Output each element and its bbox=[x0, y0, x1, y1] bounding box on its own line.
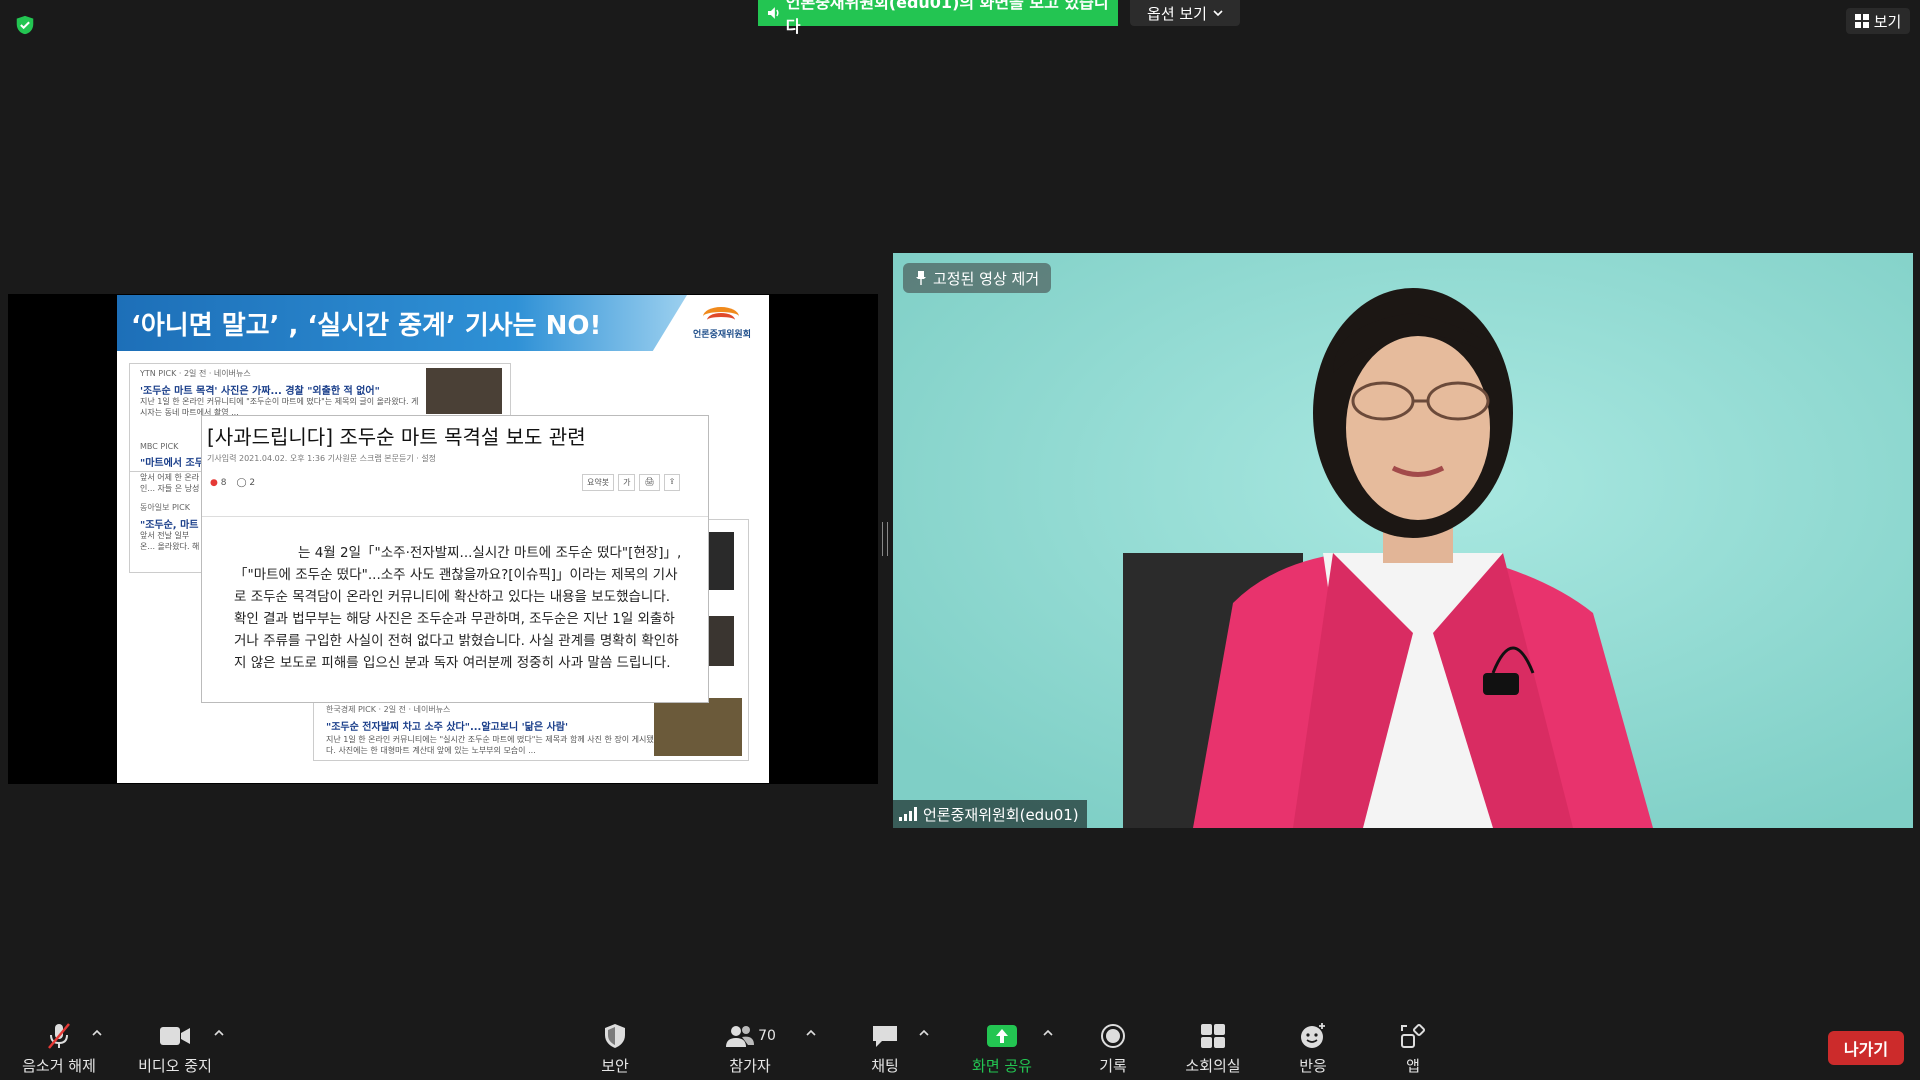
participants-icon bbox=[726, 1026, 755, 1047]
unpin-label: 고정된 영상 제거 bbox=[933, 269, 1040, 288]
apps-button[interactable]: 앱 bbox=[1373, 1020, 1453, 1076]
apps-icon bbox=[1397, 1021, 1429, 1051]
summary-bot-button: 요약봇 bbox=[582, 474, 615, 491]
chat-button[interactable]: 채팅 bbox=[845, 1020, 925, 1076]
news-text: 지난 1일 한 온라인 커뮤니티에는 "실시간 조두순 마트에 떴다"는 제목과… bbox=[326, 735, 654, 755]
record-button[interactable]: 기록 bbox=[1073, 1020, 1153, 1076]
signal-strength-icon bbox=[899, 807, 917, 821]
article-tools: 요약봇 가 🖨 ⇪ bbox=[582, 474, 681, 491]
reaction-count: ● 8 bbox=[210, 478, 227, 488]
print-icon: 🖨 bbox=[639, 474, 660, 491]
video-options-chevron-icon[interactable] bbox=[211, 1025, 227, 1041]
share-screen-button[interactable]: 화면 공유 bbox=[957, 1020, 1047, 1076]
news-headline: "조두순 전자발찌 차고 소주 샀다"...알고보니 '닮은 사람' bbox=[326, 722, 569, 733]
share-screen-icon bbox=[987, 1025, 1017, 1047]
article-body: 는 4월 2일「"소주·전자발찌...실시간 마트에 조두순 떴다"[현장]」,… bbox=[234, 545, 682, 671]
screen-share-banner: 언론중재위원회(edu01)의 화면을 보고 있습니다 bbox=[758, 0, 1118, 36]
participants-options-chevron-icon[interactable] bbox=[803, 1025, 819, 1041]
breakout-rooms-icon bbox=[1197, 1021, 1229, 1051]
article-title: [사과드립니다] 조두순 마트 목격설 보도 관련 bbox=[207, 425, 586, 449]
emoji-reaction-icon bbox=[1297, 1021, 1329, 1051]
view-options-label: 옵션 보기 bbox=[1147, 4, 1207, 23]
slide-header: ‘아니면 말고’ , ‘실시간 중계’ 기사는 NO! bbox=[117, 295, 687, 351]
security-shield-icon bbox=[16, 15, 34, 35]
article-stats: ● 8 ◯ 2 bbox=[210, 478, 255, 488]
chat-bubble-icon bbox=[869, 1021, 901, 1051]
breakout-rooms-label: 소회의실 bbox=[1185, 1057, 1241, 1075]
share-icon: ⇪ bbox=[663, 474, 681, 491]
unmute-label: 음소거 해제 bbox=[22, 1057, 96, 1075]
video-camera-icon bbox=[159, 1021, 191, 1051]
news-headline: '조두순 마트 목격' 사진은 가짜... 경찰 "외출한 적 없어" bbox=[140, 386, 380, 397]
grid-icon bbox=[1854, 14, 1869, 28]
chat-options-chevron-icon[interactable] bbox=[916, 1025, 932, 1041]
news-text: 앞서 어제 한 온라인... 자들 은 낭성과 부... bbox=[140, 473, 200, 493]
view-button[interactable]: 보기 bbox=[1846, 8, 1910, 34]
divider bbox=[202, 516, 708, 517]
resize-handle[interactable] bbox=[882, 522, 888, 556]
logo-text: 언론중재위원회 bbox=[693, 330, 751, 340]
news-source: MBC PICK bbox=[140, 442, 179, 451]
participant-video-feed bbox=[893, 253, 1913, 828]
muted-mic-icon bbox=[43, 1021, 75, 1051]
stop-video-label: 비디오 중지 bbox=[138, 1057, 212, 1075]
news-source: YTN PICK · 2일 전 · 네이버뉴스 bbox=[140, 369, 251, 378]
breakout-rooms-button[interactable]: 소회의실 bbox=[1173, 1020, 1253, 1076]
security-shield-icon bbox=[599, 1021, 631, 1051]
share-screen-label: 화면 공유 bbox=[972, 1057, 1032, 1075]
chevron-down-icon bbox=[1213, 10, 1223, 17]
record-icon bbox=[1097, 1021, 1129, 1051]
comment-count: ◯ 2 bbox=[236, 478, 256, 488]
news-source: 한국경제 PICK · 2일 전 · 네이버뉴스 bbox=[326, 705, 451, 714]
participant-video-tile: 고정된 영상 제거 언론중재위원회(edu01) bbox=[893, 253, 1913, 828]
view-label: 보기 bbox=[1873, 12, 1902, 31]
organization-logo: 언론중재위원회 bbox=[687, 305, 757, 345]
news-text: 앞서 전날 일부 온... 올라왔다. 해당 글... bbox=[140, 531, 200, 551]
share-options-chevron-icon[interactable] bbox=[1040, 1025, 1056, 1041]
reaction-emoji-icon: ● bbox=[210, 478, 218, 488]
apology-article-popup: [사과드립니다] 조두순 마트 목격설 보도 관련 기사입력 2021.04.0… bbox=[201, 415, 709, 703]
leave-meeting-button[interactable]: 나가기 bbox=[1828, 1031, 1904, 1065]
reactions-button[interactable]: 반응 bbox=[1273, 1020, 1353, 1076]
shared-slide: ‘아니면 말고’ , ‘실시간 중계’ 기사는 NO! 언론중재위원회 YTN … bbox=[117, 295, 769, 783]
security-label: 보안 bbox=[601, 1057, 629, 1075]
participants-icon-group: 70 bbox=[715, 1021, 785, 1051]
news-thumbnail bbox=[426, 368, 502, 414]
audio-options-chevron-icon[interactable] bbox=[89, 1025, 105, 1041]
reactions-label: 반응 bbox=[1299, 1057, 1327, 1075]
chat-label: 채팅 bbox=[871, 1057, 899, 1075]
participant-name-label: 언론중재위원회(edu01) bbox=[893, 800, 1087, 828]
font-size-button: 가 bbox=[618, 474, 636, 491]
news-source: 동아일보 PICK bbox=[140, 503, 190, 512]
share-banner-text: 언론중재위원회(edu01)의 화면을 보고 있습니다 bbox=[785, 0, 1109, 36]
speaker-icon bbox=[767, 7, 779, 19]
article-meta: 기사입력 2021.04.02. 오후 1:36 기사원문 스크랩 본문듣기 ·… bbox=[207, 454, 437, 463]
security-button[interactable]: 보안 bbox=[575, 1020, 655, 1076]
unpin-video-button[interactable]: 고정된 영상 제거 bbox=[903, 263, 1052, 293]
news-card: 앞서 어제 한 온라인... 자들 은 낭성과 부... 동아일보 PICK "… bbox=[129, 471, 211, 573]
record-label: 기록 bbox=[1099, 1057, 1127, 1075]
participants-label: 참가자 bbox=[729, 1057, 771, 1075]
stop-video-button[interactable]: 비디오 중지 bbox=[130, 1020, 220, 1076]
apps-label: 앱 bbox=[1406, 1057, 1420, 1075]
view-options-button[interactable]: 옵션 보기 bbox=[1130, 0, 1240, 26]
news-headline: "조두순, 마트 ... bbox=[140, 520, 210, 531]
comment-icon: ◯ bbox=[236, 478, 247, 488]
news-thumbnail bbox=[654, 698, 742, 756]
participant-count: 70 bbox=[758, 1028, 776, 1044]
participant-name: 언론중재위원회(edu01) bbox=[923, 805, 1079, 824]
pin-icon bbox=[916, 271, 926, 285]
participants-button[interactable]: 70 참가자 bbox=[705, 1020, 795, 1076]
